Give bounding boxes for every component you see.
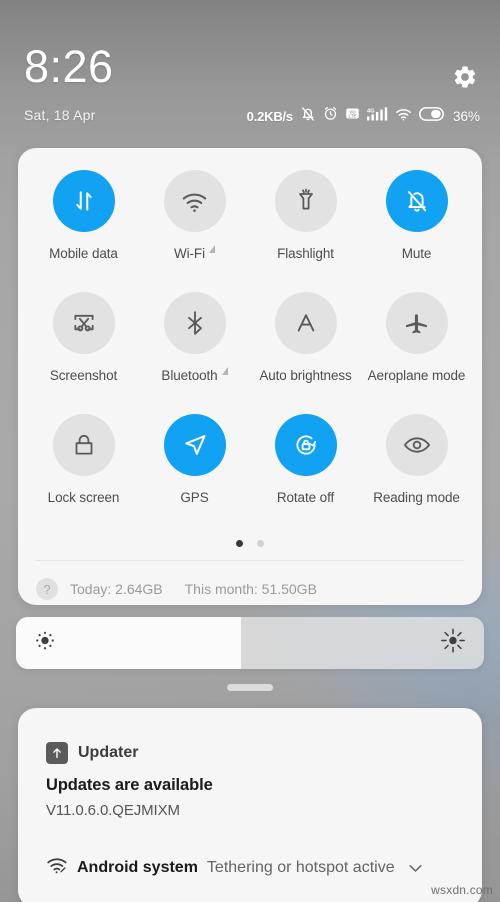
tile-aeroplane-mode[interactable]: Aeroplane mode (361, 292, 472, 414)
expand-triangle-icon[interactable] (221, 366, 228, 375)
tile-screenshot[interactable]: Screenshot (28, 292, 139, 414)
bluetooth-icon (187, 311, 202, 335)
tile-rotate-off-circle (274, 414, 337, 476)
tile-mute-label: Mute (401, 246, 432, 261)
tile-reading-mode[interactable]: Reading mode (361, 414, 472, 536)
tile-reading-mode-circle (385, 414, 448, 476)
tile-screenshot-label: Screenshot (49, 368, 118, 383)
notification-panel: Updater Updates are available V11.0.6.0.… (18, 708, 482, 902)
page-dot-1[interactable] (236, 540, 243, 547)
notification-system-app-name: Android system (77, 858, 198, 876)
help-icon[interactable]: ? (36, 578, 58, 600)
tile-gps[interactable]: GPS (139, 414, 250, 536)
tile-flashlight[interactable]: Flashlight (250, 170, 361, 292)
tile-bluetooth-circle (163, 292, 226, 354)
tile-mobile-data[interactable]: Mobile data (28, 170, 139, 292)
brightness-high-icon (440, 628, 466, 659)
screenshot-icon (73, 314, 94, 332)
notification-system-text: Tethering or hotspot active (206, 858, 395, 876)
svg-text:4G: 4G (367, 108, 375, 114)
page-dot-2[interactable] (257, 540, 264, 547)
eye-icon (403, 437, 430, 453)
tile-flashlight-label: Flashlight (277, 246, 334, 261)
wifi-icon (182, 193, 207, 212)
notification-app-header[interactable]: Updater (46, 742, 138, 764)
wifi-icon (395, 107, 412, 126)
date-label: Sat, 18 Apr (24, 107, 96, 123)
auto-brightness-icon (297, 314, 314, 332)
padlock-icon (75, 434, 92, 455)
notification-title: Updates are available (46, 776, 213, 794)
expand-triangle-icon[interactable] (208, 244, 215, 253)
aeroplane-icon (406, 313, 427, 333)
page-indicator (18, 540, 482, 547)
tile-bluetooth-label: Bluetooth (161, 368, 218, 383)
brightness-low-icon (34, 630, 56, 657)
tile-wifi[interactable]: Wi-Fi (139, 170, 250, 292)
volte-icon: VO LTE (345, 106, 360, 126)
tile-rotate-off-label: Rotate off (276, 490, 335, 505)
tile-auto-brightness-circle (274, 292, 337, 354)
tile-mobile-data-label: Mobile data (49, 246, 118, 261)
quick-settings-panel: Mobile data Wi-Fi Flashlight Mute Screen… (18, 148, 482, 605)
tile-wifi-label: Wi-Fi (174, 246, 205, 261)
tile-auto-brightness[interactable]: Auto brightness (250, 292, 361, 414)
signal-4g-icon: 4G (366, 106, 388, 127)
tile-gps-circle (163, 414, 226, 476)
tile-lock-screen-circle (52, 414, 115, 476)
watermark: wsxdn.com (431, 883, 493, 897)
notification-subtitle: V11.0.6.0.QEJMIXM (46, 802, 180, 819)
gear-icon[interactable] (452, 64, 478, 90)
status-header: 8:26 Sat, 18 Apr 0.2KB/s VO LTE 4G 36% (0, 0, 500, 142)
clock: 8:26 (24, 41, 114, 92)
alarm-clock-icon (323, 106, 338, 126)
tile-mute-circle (385, 170, 448, 232)
notification-android-system[interactable]: Android system Tethering or hotspot acti… (46, 856, 462, 879)
tile-lock-screen-label: Lock screen (47, 490, 120, 505)
bell-muted-icon (407, 190, 426, 212)
data-usage-today: Today: 2.64GB (70, 581, 163, 597)
battery-percent-label: 36% (452, 108, 480, 124)
data-usage-row[interactable]: ? Today: 2.64GB This month: 51.50GB (36, 572, 466, 605)
rotation-lock-icon (296, 435, 316, 455)
android-notification-shade: 8:26 Sat, 18 Apr 0.2KB/s VO LTE 4G 36% M… (0, 0, 500, 902)
tile-bluetooth[interactable]: Bluetooth (139, 292, 250, 414)
tile-flashlight-circle (274, 170, 337, 232)
panel-divider (36, 560, 464, 561)
tile-wifi-circle (163, 170, 226, 232)
tile-reading-mode-label: Reading mode (373, 490, 460, 505)
chevron-down-icon[interactable] (409, 861, 422, 875)
updater-arrow-icon (46, 742, 68, 764)
bell-muted-icon (300, 106, 316, 127)
tile-lock-screen[interactable]: Lock screen (28, 414, 139, 536)
network-speed-label: 0.2KB/s (246, 108, 293, 124)
tile-rotate-off[interactable]: Rotate off (250, 414, 361, 536)
battery-icon (418, 106, 445, 126)
notification-app-name: Updater (78, 744, 139, 761)
tile-mobile-data-circle (52, 170, 115, 232)
brightness-slider[interactable] (16, 617, 484, 669)
svg-text:LTE: LTE (349, 114, 357, 119)
wifi-tether-icon (46, 856, 68, 879)
mobile-data-icon (75, 191, 92, 211)
data-usage-month: This month: 51.50GB (184, 581, 317, 597)
navigation-arrow-icon (184, 434, 206, 455)
tile-screenshot-circle (52, 292, 115, 354)
tile-gps-label: GPS (180, 490, 209, 505)
tile-auto-brightness-label: Auto brightness (259, 368, 352, 383)
panel-drag-handle[interactable] (227, 684, 273, 691)
tile-aeroplane-mode-circle (385, 292, 448, 354)
status-icon-tray: 0.2KB/s VO LTE 4G 36% (247, 106, 480, 126)
flashlight-icon (298, 188, 313, 210)
tile-mute[interactable]: Mute (361, 170, 472, 292)
tile-aeroplane-mode-label: Aeroplane mode (367, 368, 466, 383)
quick-settings-tile-grid: Mobile data Wi-Fi Flashlight Mute Screen… (18, 148, 482, 536)
